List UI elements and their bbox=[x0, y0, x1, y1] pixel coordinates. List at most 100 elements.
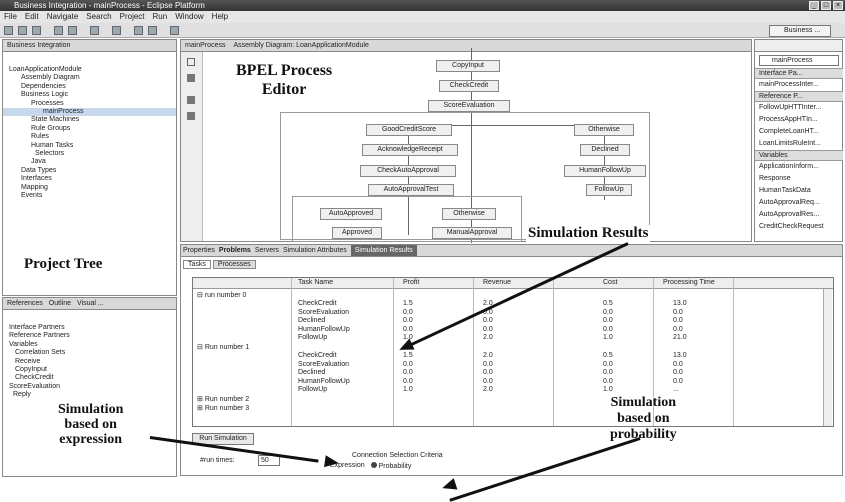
tab-servers[interactable]: Servers bbox=[255, 245, 279, 256]
variable-item[interactable]: AutoApprovalReq... bbox=[755, 197, 843, 209]
probability-radio[interactable]: Probability bbox=[379, 463, 412, 470]
tree-item[interactable]: Rule Groups bbox=[3, 125, 176, 133]
outline-item[interactable]: Reply bbox=[9, 391, 176, 399]
tree-item[interactable]: LoanApplicationModule bbox=[3, 66, 176, 74]
tab-simulation-attributes[interactable]: Simulation Attributes bbox=[283, 245, 347, 256]
tab-outline[interactable]: Outline bbox=[49, 298, 71, 309]
reference-partners-header[interactable]: Reference P... bbox=[755, 91, 843, 102]
pin-icon[interactable] bbox=[170, 26, 179, 35]
menu-search[interactable]: Search bbox=[86, 11, 111, 23]
forward-icon[interactable] bbox=[148, 26, 157, 35]
outline-item[interactable]: Variables bbox=[9, 341, 176, 349]
menu-run[interactable]: Run bbox=[153, 11, 168, 23]
tree-item[interactable]: Mapping bbox=[3, 184, 176, 192]
header-profit[interactable]: Profit bbox=[403, 279, 419, 286]
node-followup[interactable]: FollowUp bbox=[586, 184, 632, 196]
menu-edit[interactable]: Edit bbox=[25, 11, 39, 23]
header-task-name[interactable]: Task Name bbox=[298, 279, 333, 286]
outline-item[interactable]: ScoreEvaluation bbox=[9, 383, 176, 391]
tree-item[interactable]: Java bbox=[3, 158, 176, 166]
outline-item[interactable]: Receive bbox=[9, 358, 176, 366]
tab-properties[interactable]: Properties bbox=[183, 245, 215, 256]
tab-simulation-results[interactable]: Simulation Results bbox=[350, 245, 417, 256]
tab-mainprocess[interactable]: mainProcess bbox=[185, 40, 225, 51]
menu-help[interactable]: Help bbox=[212, 11, 228, 23]
tree-item[interactable]: Data Types bbox=[3, 167, 176, 175]
reference-item[interactable]: LoanLimitsRuleInt... bbox=[755, 138, 843, 150]
tree-item[interactable]: Processes bbox=[3, 100, 176, 108]
tree-item[interactable]: Selectors bbox=[3, 150, 176, 158]
run-group-row[interactable]: ⊟ Run number 1 bbox=[197, 343, 249, 351]
node-otherwise-2[interactable]: Otherwise bbox=[442, 208, 496, 220]
variable-item[interactable]: Response bbox=[755, 173, 843, 185]
node-goodcreditscore[interactable]: GoodCreditScore bbox=[366, 124, 452, 136]
node-acknowledgereceipt[interactable]: AcknowledgeReceipt bbox=[362, 144, 458, 156]
outline-item[interactable]: Interface Partners bbox=[9, 324, 176, 332]
menu-navigate[interactable]: Navigate bbox=[47, 11, 79, 23]
node-autoapprovaltest[interactable]: AutoApprovalTest bbox=[368, 184, 454, 196]
print-icon[interactable] bbox=[32, 26, 41, 35]
reference-item[interactable]: ProcessAppHTIn... bbox=[755, 114, 843, 126]
debug-icon[interactable] bbox=[68, 26, 77, 35]
new-icon[interactable] bbox=[4, 26, 13, 35]
menu-window[interactable]: Window bbox=[175, 11, 203, 23]
run-group-row[interactable]: ⊞ Run number 2 bbox=[197, 395, 249, 403]
select-icon[interactable] bbox=[187, 58, 195, 66]
header-revenue[interactable]: Revenue bbox=[483, 279, 511, 286]
marquee-icon[interactable] bbox=[187, 74, 195, 82]
reference-item[interactable]: CompleteLoanHT... bbox=[755, 126, 843, 138]
outline-item[interactable]: CheckCredit bbox=[9, 374, 176, 382]
node-scoreevaluation[interactable]: ScoreEvaluation bbox=[428, 100, 510, 112]
variable-item[interactable]: HumanTaskData bbox=[755, 185, 843, 197]
tree-item[interactable]: State Machines bbox=[3, 116, 176, 124]
variable-item[interactable]: CreditCheckRequest bbox=[755, 221, 843, 233]
variables-header[interactable]: Variables bbox=[755, 150, 843, 161]
interface-item[interactable]: mainProcessInter... bbox=[755, 79, 843, 91]
menu-file[interactable]: File bbox=[4, 11, 17, 23]
maximize-icon[interactable]: □ bbox=[821, 1, 831, 10]
tree-item[interactable]: Rules bbox=[3, 133, 176, 141]
node-autoapproved[interactable]: AutoApproved bbox=[320, 208, 382, 220]
back-icon[interactable] bbox=[134, 26, 143, 35]
run-icon[interactable] bbox=[54, 26, 63, 35]
tree-item[interactable]: Human Tasks bbox=[3, 142, 176, 150]
outline-item[interactable]: Correlation Sets bbox=[9, 349, 176, 357]
node-otherwise[interactable]: Otherwise bbox=[574, 124, 634, 136]
tab-visual[interactable]: Visual ... bbox=[77, 298, 104, 309]
interface-partners-header[interactable]: Interface Pa... bbox=[755, 68, 843, 79]
tree-item-selected[interactable]: mainProcess bbox=[3, 108, 176, 117]
reference-item[interactable]: FollowUpHTTInter... bbox=[755, 102, 843, 114]
tab-references[interactable]: References bbox=[7, 298, 43, 309]
node-humanfollowup[interactable]: HumanFollowUp bbox=[564, 165, 646, 177]
node-approved[interactable]: Approved bbox=[332, 227, 382, 239]
tab-assembly-diagram[interactable]: Assembly Diagram: LoanApplicationModule bbox=[233, 40, 368, 51]
tree-item[interactable]: Interfaces bbox=[3, 175, 176, 183]
tab-business-integration[interactable]: Business Integration bbox=[3, 40, 176, 52]
close-icon[interactable]: × bbox=[833, 1, 843, 10]
tab-tasks[interactable]: Tasks bbox=[183, 260, 211, 269]
search-icon[interactable] bbox=[90, 26, 99, 35]
variable-item[interactable]: AutoApprovalRes... bbox=[755, 209, 843, 221]
tree-item[interactable]: Events bbox=[3, 192, 176, 200]
probability-radio-dot[interactable] bbox=[370, 462, 377, 468]
menu-project[interactable]: Project bbox=[120, 11, 145, 23]
open-type-icon[interactable] bbox=[112, 26, 121, 35]
node-copyinput[interactable]: CopyInput bbox=[436, 60, 500, 72]
save-icon[interactable] bbox=[18, 26, 27, 35]
node-checkautoapproval[interactable]: CheckAutoApproval bbox=[360, 165, 456, 177]
table-scrollbar[interactable] bbox=[823, 289, 832, 426]
node-declined[interactable]: Declined bbox=[580, 144, 630, 156]
tab-processes[interactable]: Processes bbox=[212, 260, 256, 269]
outline-item[interactable]: Reference Partners bbox=[9, 332, 176, 340]
flow-icon[interactable] bbox=[187, 112, 195, 120]
header-cost[interactable]: Cost bbox=[603, 279, 617, 286]
tree-item[interactable]: Business Logic bbox=[3, 91, 176, 99]
perspective-switcher[interactable]: Business ... bbox=[769, 25, 831, 37]
minimize-icon[interactable]: _ bbox=[809, 1, 819, 10]
run-group-row[interactable]: ⊞ Run number 3 bbox=[197, 404, 249, 412]
activity-icon[interactable] bbox=[187, 96, 195, 104]
run-group-row[interactable]: ⊟ run number 0 bbox=[197, 291, 246, 299]
tab-problems[interactable]: Problems bbox=[219, 245, 251, 256]
tree-item[interactable]: Dependencies bbox=[3, 83, 176, 91]
process-button[interactable]: mainProcess bbox=[759, 55, 839, 66]
